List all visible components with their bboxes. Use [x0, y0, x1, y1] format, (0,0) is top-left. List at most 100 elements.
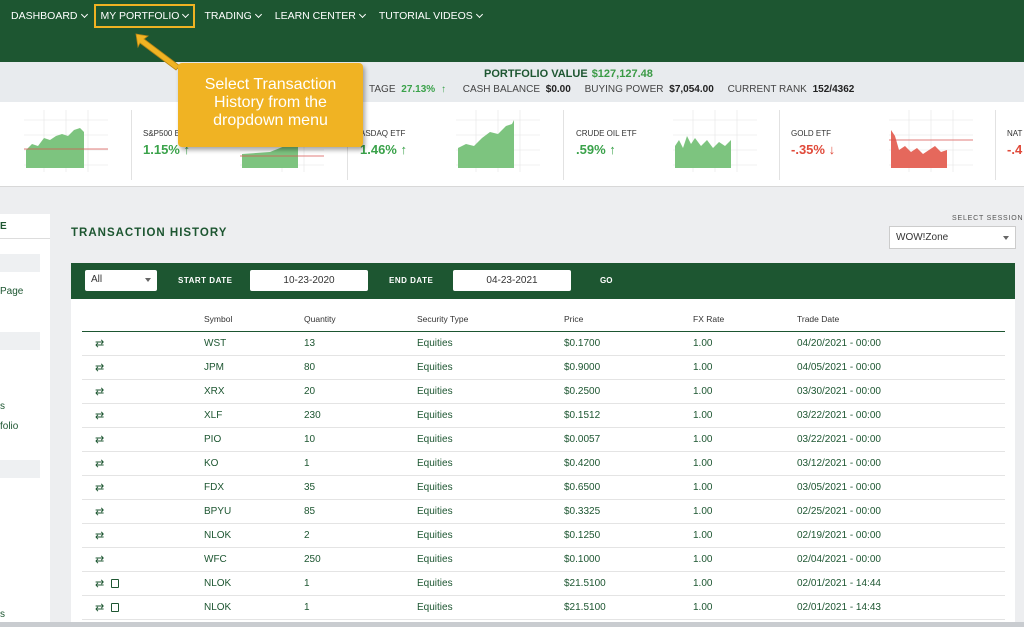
cell-symbol: NLOK	[204, 523, 304, 548]
row-icons: ⇄	[82, 355, 204, 380]
cell-fx-rate: 1.00	[693, 403, 797, 428]
row-icons: ⇄	[82, 451, 204, 476]
table-row[interactable]: ⇄ BPYU 85 Equities $0.3325 1.00 02/25/2021 - 0…	[82, 499, 1005, 524]
ticker-label: S&P500 E	[143, 129, 180, 138]
table-row[interactable]: ⇄ KO 1 Equities $0.4200 1.00 03/12/2021 - 00:0…	[82, 451, 1005, 476]
cell-symbol: NLOK	[204, 595, 304, 620]
table-row[interactable]: ⇄ NLOK 1 Equities $21.5100 1.00 02/01/2021 - 1…	[82, 571, 1005, 596]
cell-fx-rate: 1.00	[693, 571, 797, 596]
sidebar-item[interactable]: s	[0, 401, 5, 412]
cell-symbol: XRX	[204, 379, 304, 404]
caret-down-icon	[145, 278, 151, 282]
sidebar-section	[0, 332, 40, 350]
table-row[interactable]: ⇄ XRX 20 Equities $0.2500 1.00 03/30/2021 - 00…	[82, 379, 1005, 404]
row-icons: ⇄	[82, 595, 204, 620]
transaction-type-select[interactable]: All	[85, 270, 157, 291]
percentage-label: TAGE	[369, 84, 396, 95]
cell-security-type: Equities	[417, 595, 564, 620]
sidebar-header: E	[0, 214, 50, 239]
cell-symbol: FDX	[204, 475, 304, 500]
cell-trade-date: 02/25/2021 - 00:00	[797, 499, 1005, 524]
cell-security-type: Equities	[417, 523, 564, 548]
nav-my-portfolio[interactable]: MY PORTFOLIO	[93, 4, 196, 28]
row-icons: ⇄	[82, 547, 204, 572]
callout-line-3: dropdown menu	[213, 112, 328, 129]
bottom-edge	[0, 622, 1024, 627]
cell-fx-rate: 1.00	[693, 379, 797, 404]
cell-symbol: WST	[204, 331, 304, 356]
cell-quantity: 13	[304, 331, 417, 356]
table-header-row: Symbol Quantity Security Type Price FX R…	[82, 307, 1005, 332]
row-icons: ⇄	[82, 379, 204, 404]
cell-trade-date: 02/19/2021 - 00:00	[797, 523, 1005, 548]
cell-security-type: Equities	[417, 451, 564, 476]
tutorial-callout: Select Transaction History from the drop…	[178, 63, 363, 147]
sidebar-section	[0, 254, 40, 272]
cash-balance-label: CASH BALANCE	[462, 84, 540, 95]
cash-balance-value: $0.00	[545, 84, 571, 95]
cell-quantity: 35	[304, 475, 417, 500]
transfer-icon: ⇄	[95, 601, 105, 614]
ticker-change: -.35% ↓	[791, 142, 835, 157]
table-row[interactable]: ⇄ WFC 250 Equities $0.1000 1.00 02/04/2021 - 0…	[82, 547, 1005, 572]
caret-down-icon	[1003, 236, 1009, 240]
cell-fx-rate: 1.00	[693, 475, 797, 500]
nav-dashboard[interactable]: DASHBOARD	[4, 4, 94, 28]
note-icon[interactable]	[111, 602, 120, 612]
sparkline-chart	[456, 110, 540, 172]
cell-security-type: Equities	[417, 427, 564, 452]
ticker-change-value: 1.46%	[360, 142, 397, 157]
table-row[interactable]: ⇄ JPM 80 Equities $0.9000 1.00 04/05/2021 - 00…	[82, 355, 1005, 380]
table-row[interactable]: ⇄ XLF 230 Equities $0.1512 1.00 03/22/2021 - 0…	[82, 403, 1005, 428]
go-button[interactable]: GO	[600, 276, 612, 285]
table-row[interactable]: ⇄ WST 13 Equities $0.1700 1.00 04/20/2021 - 00…	[82, 331, 1005, 356]
header-trade-date: Trade Date	[797, 307, 1005, 332]
table-row[interactable]: ⇄ NLOK 1 Equities $21.5100 1.00 02/01/2021 - 1…	[82, 595, 1005, 620]
cell-price: $0.1700	[564, 331, 693, 356]
row-icons: ⇄	[82, 427, 204, 452]
sidebar-item[interactable]: s	[0, 609, 5, 620]
cell-trade-date: 02/01/2021 - 14:44	[797, 571, 1005, 596]
current-rank-label: CURRENT RANK	[727, 84, 807, 95]
cell-symbol: XLF	[204, 403, 304, 428]
cell-quantity: 85	[304, 499, 417, 524]
transfer-icon: ⇄	[95, 433, 105, 446]
cell-quantity: 230	[304, 403, 417, 428]
sparkline-svg	[673, 110, 757, 172]
cell-fx-rate: 1.00	[693, 499, 797, 524]
sidebar-section	[0, 460, 40, 478]
nav-my-portfolio-label: MY PORTFOLIO	[100, 10, 180, 22]
portfolio-stats: TAGE 27.13% ↑ CASH BALANCE $0.00 BUYING …	[369, 84, 865, 95]
cell-symbol: BPYU	[204, 499, 304, 524]
transaction-table-panel: Symbol Quantity Security Type Price FX R…	[71, 299, 1015, 627]
table-row[interactable]: ⇄ NLOK 2 Equities $0.1250 1.00 02/19/2021 - 00…	[82, 523, 1005, 548]
nav-trading[interactable]: TRADING	[197, 4, 267, 28]
table-row[interactable]: ⇄ PIO 10 Equities $0.0057 1.00 03/22/2021 - 00…	[82, 427, 1005, 452]
chevron-down-icon	[80, 10, 88, 19]
cell-security-type: Equities	[417, 331, 564, 356]
sidebar-item[interactable]: Page	[0, 286, 23, 297]
transaction-type-value: All	[91, 274, 103, 285]
start-date-input[interactable]: 10-23-2020	[250, 270, 368, 291]
row-icons: ⇄	[82, 403, 204, 428]
cell-trade-date: 03/12/2021 - 00:00	[797, 451, 1005, 476]
sidebar-item[interactable]: folio	[0, 421, 18, 432]
end-date-input[interactable]: 04-23-2021	[453, 270, 571, 291]
row-icons: ⇄	[82, 571, 204, 596]
session-select-value: WOW!Zone	[896, 232, 949, 243]
table-row[interactable]: ⇄ FDX 35 Equities $0.6500 1.00 03/05/2021 - 00…	[82, 475, 1005, 500]
transfer-icon: ⇄	[95, 361, 105, 374]
nav-tutorial-videos[interactable]: TUTORIAL VIDEOS	[372, 4, 489, 28]
transfer-icon: ⇄	[95, 385, 105, 398]
note-icon[interactable]	[111, 578, 120, 588]
session-select[interactable]: WOW!Zone	[889, 226, 1016, 249]
filter-bar: All START DATE 10-23-2020 END DATE 04-23…	[71, 263, 1015, 299]
cell-symbol: KO	[204, 451, 304, 476]
cell-security-type: Equities	[417, 547, 564, 572]
header-icon-column	[82, 307, 204, 332]
sparkline-chart	[673, 110, 757, 172]
sparkline-chart	[24, 110, 108, 172]
nav-learn-center[interactable]: LEARN CENTER	[268, 4, 372, 28]
divider	[563, 110, 564, 180]
callout-line-2: History from the	[214, 94, 327, 111]
